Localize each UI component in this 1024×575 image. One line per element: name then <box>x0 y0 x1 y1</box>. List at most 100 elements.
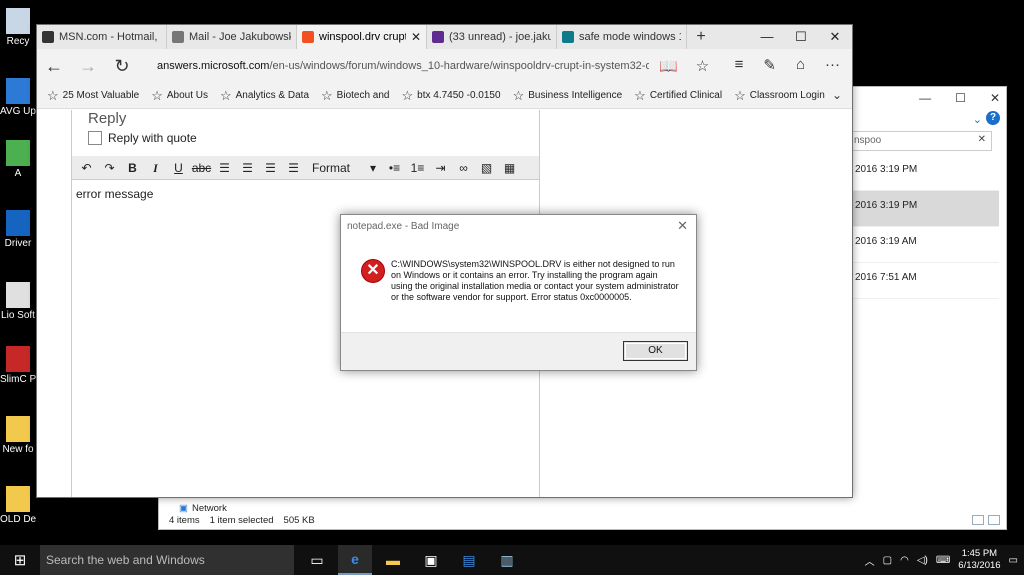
browser-tab[interactable]: Mail - Joe Jakubowski - <box>167 25 297 49</box>
bullet-list-icon[interactable]: •≡ <box>384 158 405 178</box>
justify-icon[interactable]: ☰ <box>283 158 304 178</box>
bold-button[interactable]: B <box>122 158 143 178</box>
chevron-down-icon[interactable]: ⌄ <box>832 88 842 102</box>
list-item[interactable]: 2016 3:19 PM <box>849 191 999 227</box>
web-note-icon[interactable]: ✎ <box>763 56 776 74</box>
favorite-item[interactable]: ☆ Biotech and <box>321 88 389 104</box>
ok-button[interactable]: OK <box>623 341 688 361</box>
more-icon[interactable]: ··· <box>825 56 840 74</box>
tab-label: winspool.drv crupt <box>319 31 406 43</box>
desktop-icon[interactable]: Recy <box>0 8 36 47</box>
desktop-icon[interactable]: AVG Upd <box>0 78 36 117</box>
forward-button[interactable]: → <box>71 56 105 77</box>
desktop-icon[interactable]: Driver <box>0 210 36 249</box>
view-buttons <box>972 515 1000 525</box>
favorite-star-icon[interactable]: ☆ <box>696 57 709 75</box>
explorer-search-input[interactable]: nspoo ✕ <box>849 131 992 151</box>
url-field[interactable]: answers.microsoft.com/en-us/windows/foru… <box>157 60 649 72</box>
favorite-item[interactable]: ☆ Classroom Login <box>734 88 825 104</box>
chevron-down-icon[interactable]: ⌄ <box>973 113 982 126</box>
format-dropdown[interactable]: Format ▾ <box>306 161 382 175</box>
taskbar-search-input[interactable]: Search the web and Windows <box>40 545 294 575</box>
taskbar: ⊞ Search the web and Windows ▭ e ▬ ▣ ▤ ▥… <box>0 545 1024 575</box>
undo-icon[interactable]: ↶ <box>76 158 97 178</box>
network-icon: ▣ <box>179 503 188 514</box>
hub-icon[interactable]: ≡ <box>735 56 744 74</box>
link-icon[interactable]: ∞ <box>453 158 474 178</box>
favorite-item[interactable]: ☆ Analytics & Data <box>220 88 309 104</box>
browser-tab[interactable]: winspool.drv crupt ✕ <box>297 25 427 49</box>
reply-title: Reply <box>88 110 127 127</box>
task-view-icon[interactable]: ▭ <box>300 545 334 575</box>
favorite-label: 25 Most Valuable <box>62 90 140 101</box>
indent-icon[interactable]: ⇥ <box>430 158 451 178</box>
reply-with-quote-option[interactable]: Reply with quote <box>88 131 197 145</box>
tab-label: Mail - Joe Jakubowski - <box>189 31 291 43</box>
desktop-icon[interactable]: SlimC P <box>0 346 36 385</box>
italic-button[interactable]: I <box>145 158 166 178</box>
list-item[interactable]: 2016 3:19 AM <box>849 227 999 263</box>
close-icon[interactable]: ✕ <box>677 218 688 234</box>
list-item[interactable]: 2016 7:51 AM <box>849 263 999 299</box>
favorite-label: btx 4.7450 -0.0150 <box>417 90 501 101</box>
edge-icon[interactable]: e <box>338 545 372 575</box>
strikethrough-button[interactable]: abc <box>191 158 212 178</box>
desktop-icon[interactable]: OLD Desktop Documents <box>0 486 36 525</box>
clear-search-icon[interactable]: ✕ <box>978 134 986 145</box>
notification-icon[interactable]: ▢ <box>883 555 892 566</box>
windows-start-icon[interactable]: ⊞ <box>0 551 40 569</box>
file-explorer-icon[interactable]: ▬ <box>376 545 410 575</box>
desktop-icon[interactable]: A <box>0 140 36 179</box>
keyboard-icon[interactable]: ⌨ <box>936 555 950 566</box>
minimize-icon[interactable]: — <box>750 25 784 49</box>
favorite-item[interactable]: ☆ btx 4.7450 -0.0150 <box>402 88 501 104</box>
new-tab-button[interactable]: + <box>687 25 715 49</box>
align-right-icon[interactable]: ☰ <box>260 158 281 178</box>
close-icon[interactable]: ✕ <box>818 25 852 49</box>
browser-tab[interactable]: (33 unread) - joe.jakub <box>427 25 557 49</box>
editor-text-area[interactable]: error message <box>76 187 153 201</box>
share-icon[interactable]: ⌂ <box>796 56 805 74</box>
app-icon[interactable]: ▤ <box>452 545 486 575</box>
refresh-button[interactable]: ↻ <box>105 56 139 77</box>
help-icon[interactable]: ? <box>986 111 1000 125</box>
reply-with-quote-checkbox[interactable] <box>88 131 102 145</box>
nav-item-network[interactable]: ▣ Network <box>179 503 227 514</box>
underline-button[interactable]: U <box>168 158 189 178</box>
details-view-icon[interactable] <box>972 515 984 525</box>
star-icon: ☆ <box>219 87 232 103</box>
desktop-icon-label: A <box>14 168 22 179</box>
desktop-icon[interactable]: New fo <box>0 416 36 455</box>
image-icon[interactable]: ▧ <box>476 158 497 178</box>
align-center-icon[interactable]: ☰ <box>237 158 258 178</box>
close-tab-icon[interactable]: ✕ <box>411 30 421 44</box>
network-icon[interactable]: ◠ <box>900 555 909 566</box>
minimize-icon[interactable]: — <box>919 91 931 105</box>
maximize-icon[interactable]: ☐ <box>784 25 818 49</box>
tabs: MSN.com - Hotmail, O Mail - Joe Jakubowsk… <box>37 25 687 49</box>
table-icon[interactable]: ▦ <box>499 158 520 178</box>
favorite-item[interactable]: ☆ About Us <box>151 88 208 104</box>
favorite-item[interactable]: ☆ 25 Most Valuable <box>47 88 139 104</box>
browser-tab[interactable]: MSN.com - Hotmail, O <box>37 25 167 49</box>
favorite-item[interactable]: ☆ Business Intelligence <box>513 88 623 104</box>
action-center-icon[interactable]: ▭ <box>1009 555 1018 566</box>
desktop-icon[interactable]: Lio Soft <box>0 282 36 321</box>
chevron-up-icon[interactable]: ︿ <box>865 553 875 568</box>
align-left-icon[interactable]: ☰ <box>214 158 235 178</box>
volume-icon[interactable]: ◁) <box>917 555 928 566</box>
maximize-icon[interactable]: ☐ <box>955 91 966 105</box>
tiles-view-icon[interactable] <box>988 515 1000 525</box>
reading-view-icon[interactable]: 📖 <box>659 57 678 75</box>
back-button[interactable]: ← <box>37 56 71 77</box>
numbered-list-icon[interactable]: 1≡ <box>407 158 428 178</box>
favorite-item[interactable]: ☆ Certified Clinical <box>634 88 722 104</box>
redo-icon[interactable]: ↷ <box>99 158 120 178</box>
desktop-item-icon <box>6 282 30 308</box>
notepad-icon[interactable]: ▥ <box>490 545 524 575</box>
store-icon[interactable]: ▣ <box>414 545 448 575</box>
clock[interactable]: 1:45 PM 6/13/2016 <box>958 548 1000 572</box>
close-icon[interactable]: ✕ <box>990 91 1000 105</box>
list-item[interactable]: 2016 3:19 PM <box>849 155 999 191</box>
browser-tab[interactable]: safe mode windows 10 <box>557 25 687 49</box>
